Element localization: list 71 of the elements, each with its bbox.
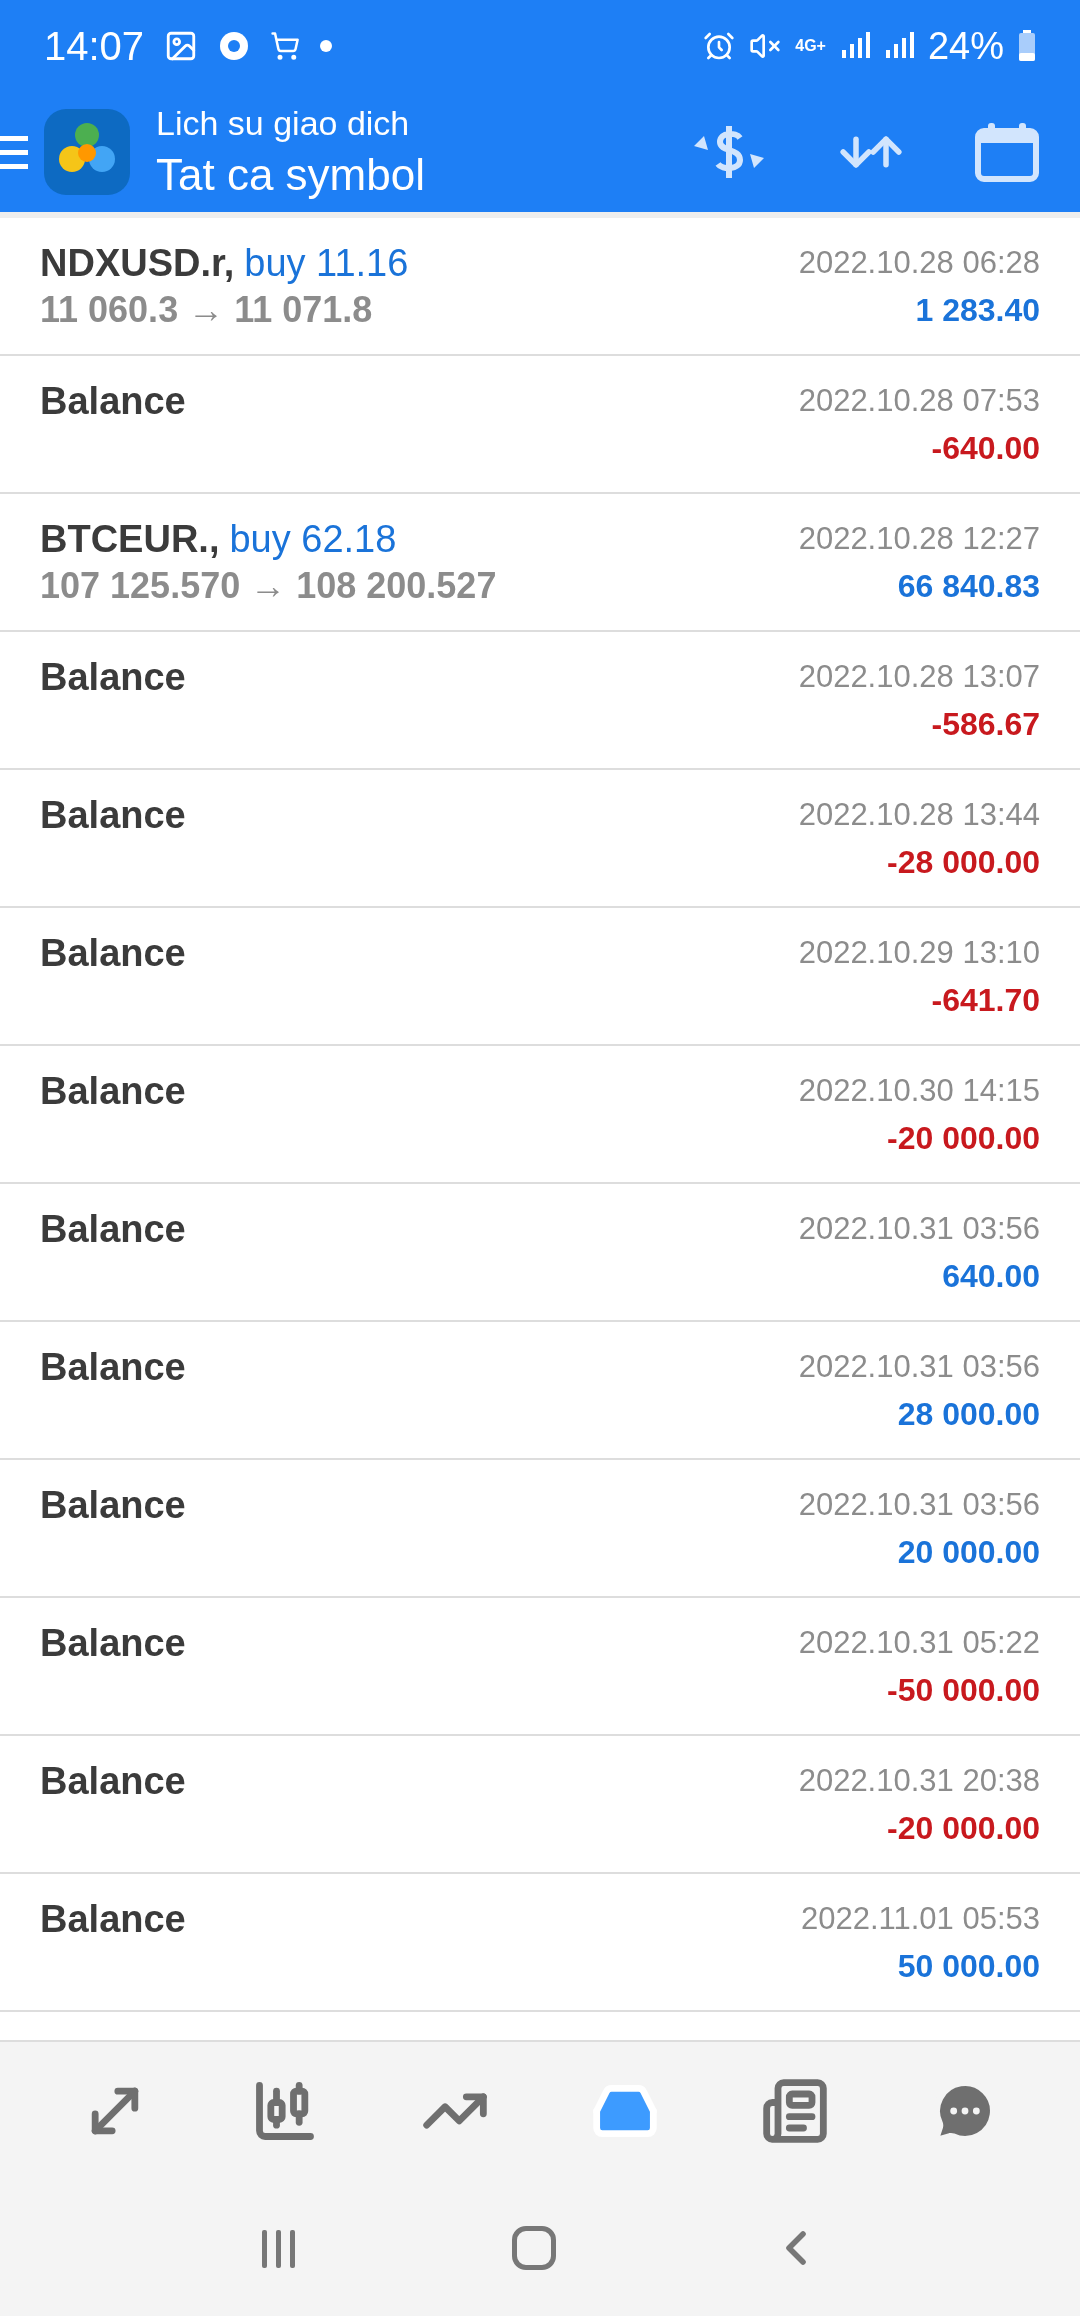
- profit-amount: -50 000.00: [887, 1671, 1040, 1710]
- deal-time: 2022.10.28 12:27: [798, 520, 1040, 558]
- deal-time: 2022.10.31 03:56: [798, 1348, 1040, 1386]
- deal-time: 2022.10.30 14:15: [798, 1072, 1040, 1110]
- deal-time: 2022.10.31 05:22: [798, 1624, 1040, 1662]
- balance-label: Balance: [40, 793, 186, 838]
- deal-time: 2022.10.28 07:53: [798, 382, 1040, 420]
- history-row[interactable]: Balance 2022.10.31 05:22 -50 000.00: [0, 1598, 1080, 1736]
- profit-amount: -586.67: [931, 705, 1040, 744]
- symbol-name: BTCEUR.,: [40, 517, 220, 562]
- profit-amount: 640.00: [942, 1257, 1040, 1296]
- profit-amount: 1 283.40: [915, 291, 1040, 330]
- history-row[interactable]: Balance 2022.10.31 20:38 -20 000.00: [0, 1736, 1080, 1874]
- profit-amount: 28 000.00: [897, 1395, 1040, 1434]
- history-row[interactable]: NDXUSD.r, buy 11.16 11 060.3 → 11 071.8 2022.10.28 06:28 1 283.40: [0, 218, 1080, 356]
- order-info: buy 11.16: [244, 241, 409, 286]
- history-row[interactable]: BTCEUR., buy 62.18 107 125.570 → 108 200.527 2022.10.28 12:27 66 840.83: [0, 494, 1080, 632]
- network-type: 4G+: [795, 38, 826, 54]
- balance-label: Balance: [40, 1483, 186, 1528]
- history-row[interactable]: Balance 2022.10.31 03:56 28 000.00: [0, 1322, 1080, 1460]
- signal-icon: [839, 32, 870, 60]
- deal-time: 2022.11.01 05:53: [800, 1900, 1040, 1938]
- price-range: 11 060.3 → 11 071.8: [40, 288, 374, 332]
- balance-label: Balance: [40, 1897, 186, 1942]
- home-icon[interactable]: [512, 2226, 556, 2270]
- history-row[interactable]: Balance 2022.10.31 03:56 20 000.00: [0, 1460, 1080, 1598]
- order-info: buy 62.18: [229, 517, 397, 562]
- calendar-icon[interactable]: [974, 121, 1040, 183]
- profit-amount: 66 840.83: [897, 567, 1040, 606]
- balance-label: Balance: [40, 1207, 186, 1252]
- balance-label: Balance: [40, 1345, 186, 1390]
- header-subtitle: Lich su giao dich: [156, 103, 411, 144]
- balance-label: Balance: [40, 1759, 186, 1804]
- battery-icon: [1018, 30, 1036, 62]
- battery-percent: 24%: [927, 23, 1004, 69]
- deal-time: 2022.10.28 13:07: [798, 658, 1040, 696]
- balance-label: Balance: [40, 655, 186, 700]
- history-row[interactable]: Balance 2022.10.29 13:10 -641.70: [0, 908, 1080, 1046]
- history-row[interactable]: Balance 2022.10.30 14:15 -20 000.00: [0, 1046, 1080, 1184]
- profit-amount: 20 000.00: [897, 1533, 1040, 1572]
- profit-amount: -20 000.00: [887, 1119, 1040, 1158]
- symbol-name: NDXUSD.r,: [40, 241, 235, 286]
- deal-time: 2022.10.28 13:44: [798, 796, 1040, 834]
- history-row[interactable]: Balance 2022.11.01 05:53 50 000.00: [0, 1874, 1080, 2012]
- balance-label: Balance: [40, 1069, 186, 1114]
- header-title: Tat ca symbol: [156, 149, 426, 201]
- deal-time: 2022.10.28 06:28: [798, 244, 1040, 282]
- alarm-icon: [703, 30, 736, 62]
- balance-label: Balance: [40, 1621, 186, 1666]
- deal-time: 2022.10.31 03:56: [798, 1486, 1040, 1524]
- dot-icon: [320, 40, 333, 52]
- app-logo-icon: [44, 109, 130, 195]
- profit-amount: -640.00: [931, 429, 1040, 468]
- balance-label: Balance: [40, 379, 186, 424]
- signal-icon: [883, 32, 914, 60]
- profit-amount: -20 000.00: [887, 1809, 1040, 1848]
- deal-time: 2022.10.31 20:38: [798, 1762, 1040, 1800]
- profit-amount: -641.70: [931, 981, 1040, 1020]
- history-row[interactable]: Balance 2022.10.28 13:07 -586.67: [0, 632, 1080, 770]
- balance-label: Balance: [40, 931, 186, 976]
- price-range: 107 125.570 → 108 200.527: [40, 564, 497, 608]
- history-row[interactable]: Balance 2022.10.28 07:53 -640.00: [0, 356, 1080, 494]
- newspaper-icon[interactable]: [761, 2077, 829, 2145]
- deal-time: 2022.10.29 13:10: [798, 934, 1040, 972]
- deal-time: 2022.10.31 03:56: [798, 1210, 1040, 1248]
- profit-amount: -28 000.00: [887, 843, 1040, 882]
- status-time: 14:07: [44, 23, 145, 70]
- history-row[interactable]: Balance 2022.10.31 03:56 640.00: [0, 1184, 1080, 1322]
- history-row[interactable]: Balance 2022.10.28 13:44 -28 000.00: [0, 770, 1080, 908]
- cart-icon: [270, 31, 301, 61]
- profit-amount: 50 000.00: [897, 1947, 1040, 1986]
